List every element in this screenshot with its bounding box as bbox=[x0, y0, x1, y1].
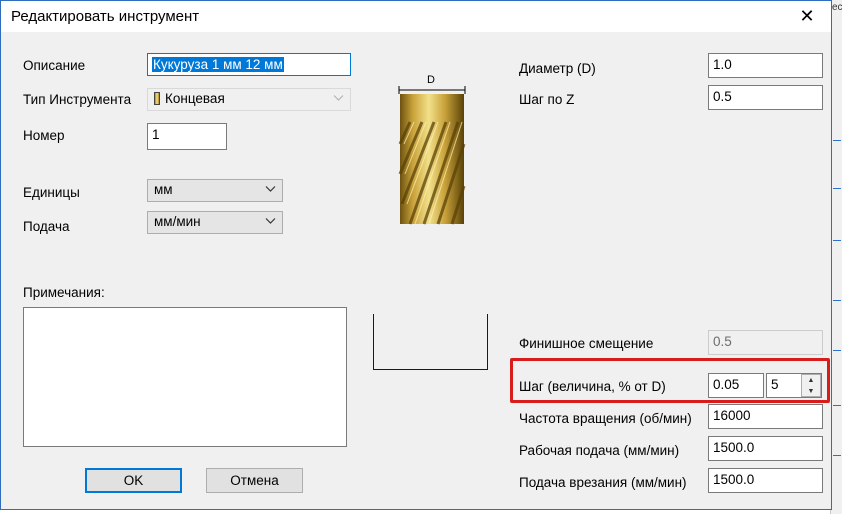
end-mill-image-icon bbox=[398, 86, 466, 225]
dialog-title: Редактировать инструмент bbox=[11, 8, 200, 25]
tool-type-select[interactable]: Концевая bbox=[147, 88, 351, 111]
tool-image: D bbox=[396, 74, 468, 226]
finish-offset-input[interactable]: 0.5 bbox=[708, 330, 823, 355]
chevron-down-icon bbox=[265, 186, 276, 192]
notes-label: Примечания: bbox=[23, 285, 105, 300]
feedrate-label: Рабочая подача (мм/мин) bbox=[519, 443, 680, 458]
plunge-rate-input[interactable]: 1500.0 bbox=[708, 468, 823, 493]
spindle-speed-input[interactable]: 16000 bbox=[708, 404, 823, 429]
tool-profile-preview bbox=[373, 314, 488, 370]
feedrate-input[interactable]: 1500.0 bbox=[708, 436, 823, 461]
stepover-label: Шаг (величина, % от D) bbox=[519, 379, 666, 394]
plunge-rate-label: Подача врезания (мм/мин) bbox=[519, 475, 687, 490]
diameter-input[interactable]: 1.0 bbox=[708, 53, 823, 78]
units-select[interactable]: мм bbox=[147, 179, 283, 202]
units-select-value: мм bbox=[154, 182, 173, 197]
ok-button[interactable]: OK bbox=[85, 468, 182, 493]
spindle-speed-label: Частота вращения (об/мин) bbox=[519, 411, 692, 426]
stepover-percent-value: 5 bbox=[771, 377, 779, 392]
stepdown-label: Шаг по Z bbox=[519, 92, 575, 107]
cancel-button[interactable]: Отмена bbox=[206, 468, 303, 493]
tool-type-select-value: Концевая bbox=[165, 91, 225, 106]
finish-offset-label: Финишное смещение bbox=[519, 336, 654, 351]
notes-textarea[interactable] bbox=[23, 307, 347, 447]
spin-up-icon[interactable]: ▲ bbox=[802, 375, 820, 386]
background-app-text: еская с bbox=[832, 2, 842, 13]
stepover-input[interactable]: 0.05 bbox=[708, 373, 764, 398]
units-label: Единицы bbox=[23, 185, 80, 200]
description-input-text: Кукуруза 1 мм 12 мм bbox=[152, 57, 284, 72]
tool-type-label: Тип Инструмента bbox=[23, 92, 132, 107]
feed-units-label: Подача bbox=[23, 219, 70, 234]
spin-down-icon[interactable]: ▼ bbox=[802, 386, 820, 397]
diameter-label: Диаметр (D) bbox=[519, 61, 596, 76]
title-bar[interactable]: Редактировать инструмент ✕ bbox=[1, 1, 831, 32]
feed-units-select-value: мм/мин bbox=[154, 214, 201, 229]
stepover-percent-spinner[interactable]: ▲ ▼ bbox=[801, 374, 821, 397]
description-label: Описание bbox=[23, 58, 86, 73]
stepdown-input[interactable]: 0.5 bbox=[708, 85, 823, 110]
description-input[interactable]: Кукуруза 1 мм 12 мм bbox=[147, 53, 351, 76]
chevron-down-icon bbox=[333, 95, 344, 101]
close-icon: ✕ bbox=[799, 6, 815, 26]
feed-units-select[interactable]: мм/мин bbox=[147, 211, 283, 234]
close-button[interactable]: ✕ bbox=[784, 1, 830, 32]
chevron-down-icon bbox=[265, 218, 276, 224]
number-input[interactable]: 1 bbox=[147, 123, 227, 150]
edit-tool-dialog: Редактировать инструмент ✕ Описание Куку… bbox=[0, 0, 832, 510]
number-label: Номер bbox=[23, 128, 65, 143]
end-mill-icon bbox=[154, 92, 160, 105]
